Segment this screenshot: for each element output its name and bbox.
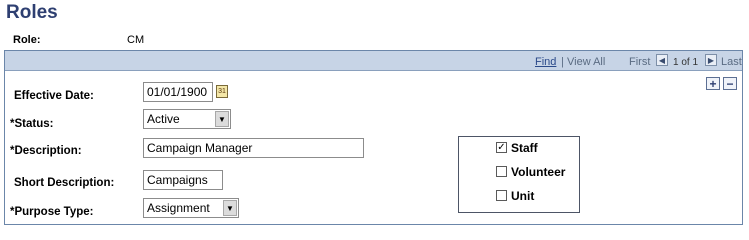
staff-label: Staff xyxy=(511,141,538,155)
description-field[interactable]: Campaign Manager xyxy=(143,138,364,158)
role-label: Role: xyxy=(13,34,41,46)
next-arrow-icon[interactable]: ▶ xyxy=(705,54,717,66)
short-description-label: Short Description: xyxy=(14,177,115,189)
staff-checkbox[interactable]: ✓ xyxy=(496,142,507,153)
status-value: Active xyxy=(147,112,180,126)
status-label: *Status: xyxy=(10,118,54,130)
effective-date-label: Effective Date: xyxy=(14,90,94,102)
volunteer-checkbox[interactable] xyxy=(496,166,507,177)
role-value: CM xyxy=(127,34,145,46)
volunteer-label: Volunteer xyxy=(511,165,566,179)
dropdown-arrow-icon[interactable]: ▼ xyxy=(223,200,237,216)
last-link[interactable]: Last xyxy=(721,56,742,68)
prev-arrow-icon[interactable]: ◀ xyxy=(656,54,668,66)
calendar-icon[interactable]: 31 xyxy=(216,85,228,98)
row-count: 1 of 1 xyxy=(673,57,699,68)
page-title: Roles xyxy=(6,2,58,23)
view-all-link[interactable]: View All xyxy=(567,56,605,68)
dropdown-arrow-icon[interactable]: ▼ xyxy=(215,111,229,127)
purpose-type-dropdown[interactable]: Assignment ▼ xyxy=(143,198,239,218)
purpose-type-value: Assignment xyxy=(147,201,210,215)
short-description-field[interactable]: Campaigns xyxy=(143,170,223,190)
add-row-button[interactable]: + xyxy=(706,77,720,90)
status-dropdown[interactable]: Active ▼ xyxy=(143,109,231,129)
nav-separator: | xyxy=(561,56,564,68)
purpose-type-label: *Purpose Type: xyxy=(10,206,94,218)
find-link[interactable]: Find xyxy=(535,56,556,68)
unit-checkbox[interactable] xyxy=(496,190,507,201)
grid-nav-bar: Find | View All First ◀ 1 of 1 ▶ Last xyxy=(5,51,742,71)
description-label: *Description: xyxy=(10,145,82,157)
first-link[interactable]: First xyxy=(629,56,650,68)
effective-date-field[interactable]: 01/01/1900 xyxy=(143,82,213,102)
roles-panel: Find | View All First ◀ 1 of 1 ▶ Last + … xyxy=(4,50,743,225)
delete-row-button[interactable]: − xyxy=(723,77,737,90)
unit-label: Unit xyxy=(511,189,535,203)
